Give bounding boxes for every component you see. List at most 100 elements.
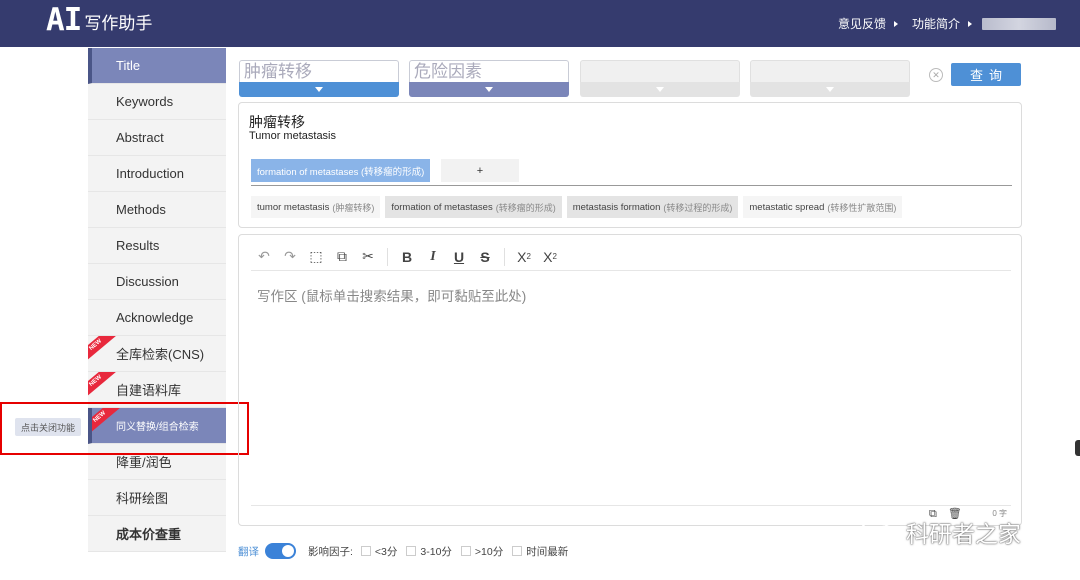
sidebar-item-label: Keywords	[116, 94, 174, 109]
translate-label: 翻译	[238, 545, 259, 558]
synonym-cn: (转移过程的形成)	[663, 202, 733, 213]
undo-icon[interactable]: ↶	[251, 246, 277, 268]
filter-3-10[interactable]: 3-10分	[406, 544, 452, 559]
sidebar-item-methods[interactable]: Methods	[88, 192, 226, 228]
sidebar-item-label: 成本价查重	[116, 527, 182, 542]
app-root: AI 写作助手 意见反馈 功能简介 Title Keywords Abstrac…	[0, 0, 1080, 580]
search-dropdown-1[interactable]	[239, 82, 399, 97]
superscript-icon[interactable]: X2	[537, 246, 563, 268]
sidebar-item-label: 全库检索(CNS)	[116, 347, 205, 362]
chevron-down-icon	[656, 87, 664, 92]
sidebar-item-keywords[interactable]: Keywords	[88, 84, 226, 120]
intro-link[interactable]: 功能简介	[912, 15, 972, 32]
top-links: 意见反馈 功能简介	[824, 15, 1056, 32]
close-function-button[interactable]: 点击关闭功能	[15, 418, 81, 436]
search-input-1[interactable]: 肿瘤转移	[239, 60, 399, 82]
sidebar-item-label: Abstract	[116, 130, 164, 145]
synonym-option[interactable]: metastatic spread (转移性扩散范围)	[743, 196, 903, 218]
synonym-option[interactable]: tumor metastasis (肿瘤转移)	[251, 196, 381, 218]
synonym-suggestions: tumor metastasis (肿瘤转移) formation of met…	[251, 196, 907, 218]
synonym-en: metastatic spread	[749, 201, 825, 213]
synonym-option[interactable]: metastasis formation (转移过程的形成)	[566, 196, 739, 218]
select-all-icon[interactable]: ⬚	[303, 246, 329, 268]
synonym-cn: (肿瘤转移)	[332, 202, 375, 213]
search-dropdown-3[interactable]	[580, 82, 740, 97]
feedback-link[interactable]: 意见反馈	[838, 15, 898, 32]
sidebar-item-full-search[interactable]: NEW 全库检索(CNS)	[88, 336, 226, 372]
search-dropdown-4[interactable]	[750, 82, 910, 97]
sidebar-item-label: 科研绘图	[116, 491, 169, 506]
filter-gt10[interactable]: >10分	[460, 544, 504, 559]
user-name-blurred[interactable]	[982, 17, 1056, 30]
strikethrough-icon[interactable]: S	[472, 246, 498, 268]
sidebar-item-drawing[interactable]: 科研绘图	[88, 480, 226, 516]
synonym-en: formation of metastases	[391, 201, 493, 213]
toolbar-divider	[387, 247, 388, 266]
wechat-icon	[861, 519, 898, 545]
sidebar-item-discussion[interactable]: Discussion	[88, 264, 226, 300]
sidebar-item-label: Title	[116, 58, 141, 73]
sidebar-item-label: Results	[116, 238, 160, 253]
copy-icon[interactable]: ⧉	[329, 246, 355, 268]
redo-icon[interactable]: ↷	[277, 246, 303, 268]
sidebar-item-label: 自建语料库	[116, 383, 182, 398]
search-dropdown-2[interactable]	[409, 82, 569, 97]
bold-icon[interactable]: B	[394, 246, 420, 268]
sidebar-item-label: 同义替换/组合检索	[116, 422, 199, 433]
sidebar-item-plagiarism[interactable]: 成本价查重	[88, 516, 226, 552]
synonym-cn: (转移瘤的形成)	[495, 202, 556, 213]
search-box-3	[580, 60, 740, 97]
search-input-3[interactable]	[580, 60, 740, 82]
sidebar-item-rewrite[interactable]: 降重/润色	[88, 444, 226, 480]
term-panel: 肿瘤转移 Tumor metastasis formation of metas…	[238, 102, 1022, 228]
filter-label: <3分	[374, 545, 398, 558]
sidebar-item-introduction[interactable]: Introduction	[88, 156, 226, 192]
synonym-option[interactable]: formation of metastases (转移瘤的形成)	[385, 196, 562, 218]
new-badge: NEW	[88, 372, 117, 400]
subscript-icon[interactable]: X2	[511, 246, 537, 268]
checkbox	[360, 546, 371, 556]
italic-icon[interactable]: I	[420, 246, 446, 268]
logo-ai: AI	[46, 2, 82, 38]
watermark: 科研者之家	[860, 515, 1021, 549]
search-box-4	[750, 60, 910, 97]
chevron-down-icon	[315, 87, 323, 92]
search-input-2[interactable]: 危险因素	[409, 60, 569, 82]
logo: AI 写作助手	[46, 4, 152, 36]
filter-label: 时间最新	[526, 545, 569, 558]
writing-editor: ↶ ↷ ⬚ ⧉ ✂ B I U S X2 X2 写作区 (鼠标单击搜索结果，即可…	[238, 234, 1022, 526]
filter-bar: 翻译 影响因子: <3分 3-10分 >10分 时间最新	[238, 543, 577, 559]
editor-toolbar: ↶ ↷ ⬚ ⧉ ✂ B I U S X2 X2	[251, 243, 1011, 271]
sidebar-item-results[interactable]: Results	[88, 228, 226, 264]
sidebar-item-acknowledge[interactable]: Acknowledge	[88, 300, 226, 336]
filter-label: >10分	[474, 545, 504, 558]
sidebar-item-label: Introduction	[116, 166, 184, 181]
chevron-down-icon	[485, 87, 493, 92]
cut-icon[interactable]: ✂	[355, 246, 381, 268]
sidebar-item-abstract[interactable]: Abstract	[88, 120, 226, 156]
editor-text-area[interactable]: 写作区 (鼠标单击搜索结果，即可黏贴至此处)	[257, 285, 526, 305]
editor-footer-divider	[251, 505, 1011, 506]
sidebar-item-synonym[interactable]: NEW 同义替换/组合检索	[88, 408, 226, 444]
add-synonym-button[interactable]: +	[441, 159, 519, 182]
search-input-4[interactable]	[750, 60, 910, 82]
edge-handle[interactable]	[1075, 440, 1080, 456]
translate-toggle[interactable]	[265, 543, 296, 559]
clear-icon[interactable]: ✕	[929, 68, 943, 82]
intro-label: 功能简介	[911, 17, 960, 31]
synonym-en: metastasis formation	[572, 201, 661, 213]
checkbox	[460, 546, 471, 556]
sidebar-item-corpus[interactable]: NEW 自建语料库	[88, 372, 226, 408]
query-button[interactable]: 查询	[951, 63, 1021, 86]
filter-lt3[interactable]: <3分	[360, 544, 398, 559]
caret-right-icon	[968, 20, 972, 27]
new-badge: NEW	[88, 336, 117, 364]
selected-synonym-chip[interactable]: formation of metastases (转移瘤的形成)	[251, 159, 431, 182]
logo-text: 写作助手	[84, 14, 153, 33]
sidebar-item-title[interactable]: Title	[88, 48, 226, 84]
checkbox	[406, 546, 417, 556]
underline-icon[interactable]: U	[446, 246, 472, 268]
caret-right-icon	[893, 20, 898, 27]
filter-latest[interactable]: 时间最新	[512, 544, 568, 559]
sidebar-item-label: Discussion	[116, 274, 179, 289]
